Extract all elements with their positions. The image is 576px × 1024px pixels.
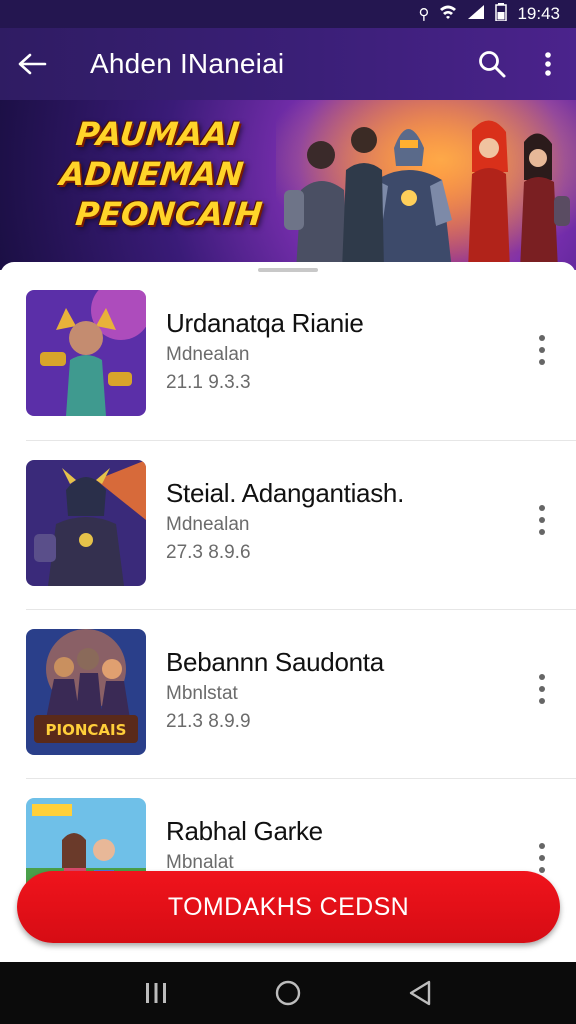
page-title: Ahden INaneiai — [90, 48, 285, 79]
back-button[interactable] — [0, 28, 64, 100]
status-time: 19:43 — [517, 4, 560, 23]
game-subtitle: Mbnlstat — [166, 683, 238, 704]
search-button[interactable] — [464, 28, 520, 100]
game-meta: 21.1 9.3.3 — [166, 372, 251, 393]
list-item[interactable]: Steial. Adangantiash. Mdnealan 27.3 8.9.… — [0, 432, 576, 600]
status-bar: ⚲ 19:43 — [0, 0, 576, 28]
list-item[interactable]: PIONCAIS Bebannn Saudonta Mbnlstat 21.3 … — [0, 601, 576, 769]
game-title: Urdanatqa Rianie — [166, 308, 364, 338]
app-bar: Ahden INaneiai — [0, 28, 576, 100]
game-title: Rabhal Garke — [166, 816, 323, 846]
list-item[interactable]: Urdanatqa Rianie Mdnealan 21.1 9.3.3 — [0, 262, 576, 430]
game-meta: 27.3 8.9.6 — [166, 542, 251, 563]
search-icon — [479, 51, 506, 78]
game-subtitle: Mdnealan — [166, 344, 250, 365]
more-vert-icon — [539, 335, 545, 365]
home-circle-icon — [275, 980, 301, 1006]
primary-action-button[interactable]: TOMDAKHS CEDSN — [17, 871, 560, 943]
item-more-button[interactable] — [524, 328, 560, 372]
heroes-artwork — [276, 100, 576, 270]
signal-icon — [467, 4, 485, 24]
recents-icon — [146, 983, 166, 1003]
game-thumbnail — [26, 290, 146, 416]
item-more-button[interactable] — [524, 498, 560, 542]
hero-banner[interactable]: PAUMAAI ADNEMAN PEONCAIH — [0, 100, 576, 270]
game-meta: 21.3 8.9.9 — [166, 711, 251, 732]
game-list-sheet: Urdanatqa Rianie Mdnealan 21.1 9.3.3 Ste… — [0, 262, 576, 962]
game-title: Steial. Adangantiash. — [166, 478, 404, 508]
svg-text:PIONCAIS: PIONCAIS — [46, 721, 127, 739]
hero-title-line: PAUMAAI — [74, 115, 242, 153]
game-title: Bebannn Saudonta — [166, 647, 384, 677]
recents-button[interactable] — [126, 963, 186, 1023]
game-thumbnail — [26, 460, 146, 586]
hero-title: PAUMAAI ADNEMAN PEONCAIH — [54, 114, 297, 234]
system-nav-bar — [0, 962, 576, 1024]
more-vert-icon — [539, 505, 545, 535]
notification-icon: ⚲ — [418, 6, 430, 23]
more-vert-icon — [539, 674, 545, 704]
more-vert-icon — [545, 52, 551, 76]
wifi-icon — [439, 4, 457, 24]
arrow-left-icon — [18, 53, 47, 75]
game-subtitle: Mdnealan — [166, 514, 250, 535]
hero-title-line: ADNEMAN — [58, 155, 246, 193]
more-vert-icon — [539, 843, 545, 873]
home-button[interactable] — [258, 963, 318, 1023]
item-more-button[interactable] — [524, 667, 560, 711]
back-nav-button[interactable] — [390, 963, 450, 1023]
overflow-menu-button[interactable] — [520, 28, 576, 100]
back-triangle-icon — [409, 980, 431, 1006]
game-thumbnail: PIONCAIS — [26, 629, 146, 755]
hero-title-line: PEONCAIH — [73, 195, 265, 233]
battery-icon — [495, 3, 508, 25]
